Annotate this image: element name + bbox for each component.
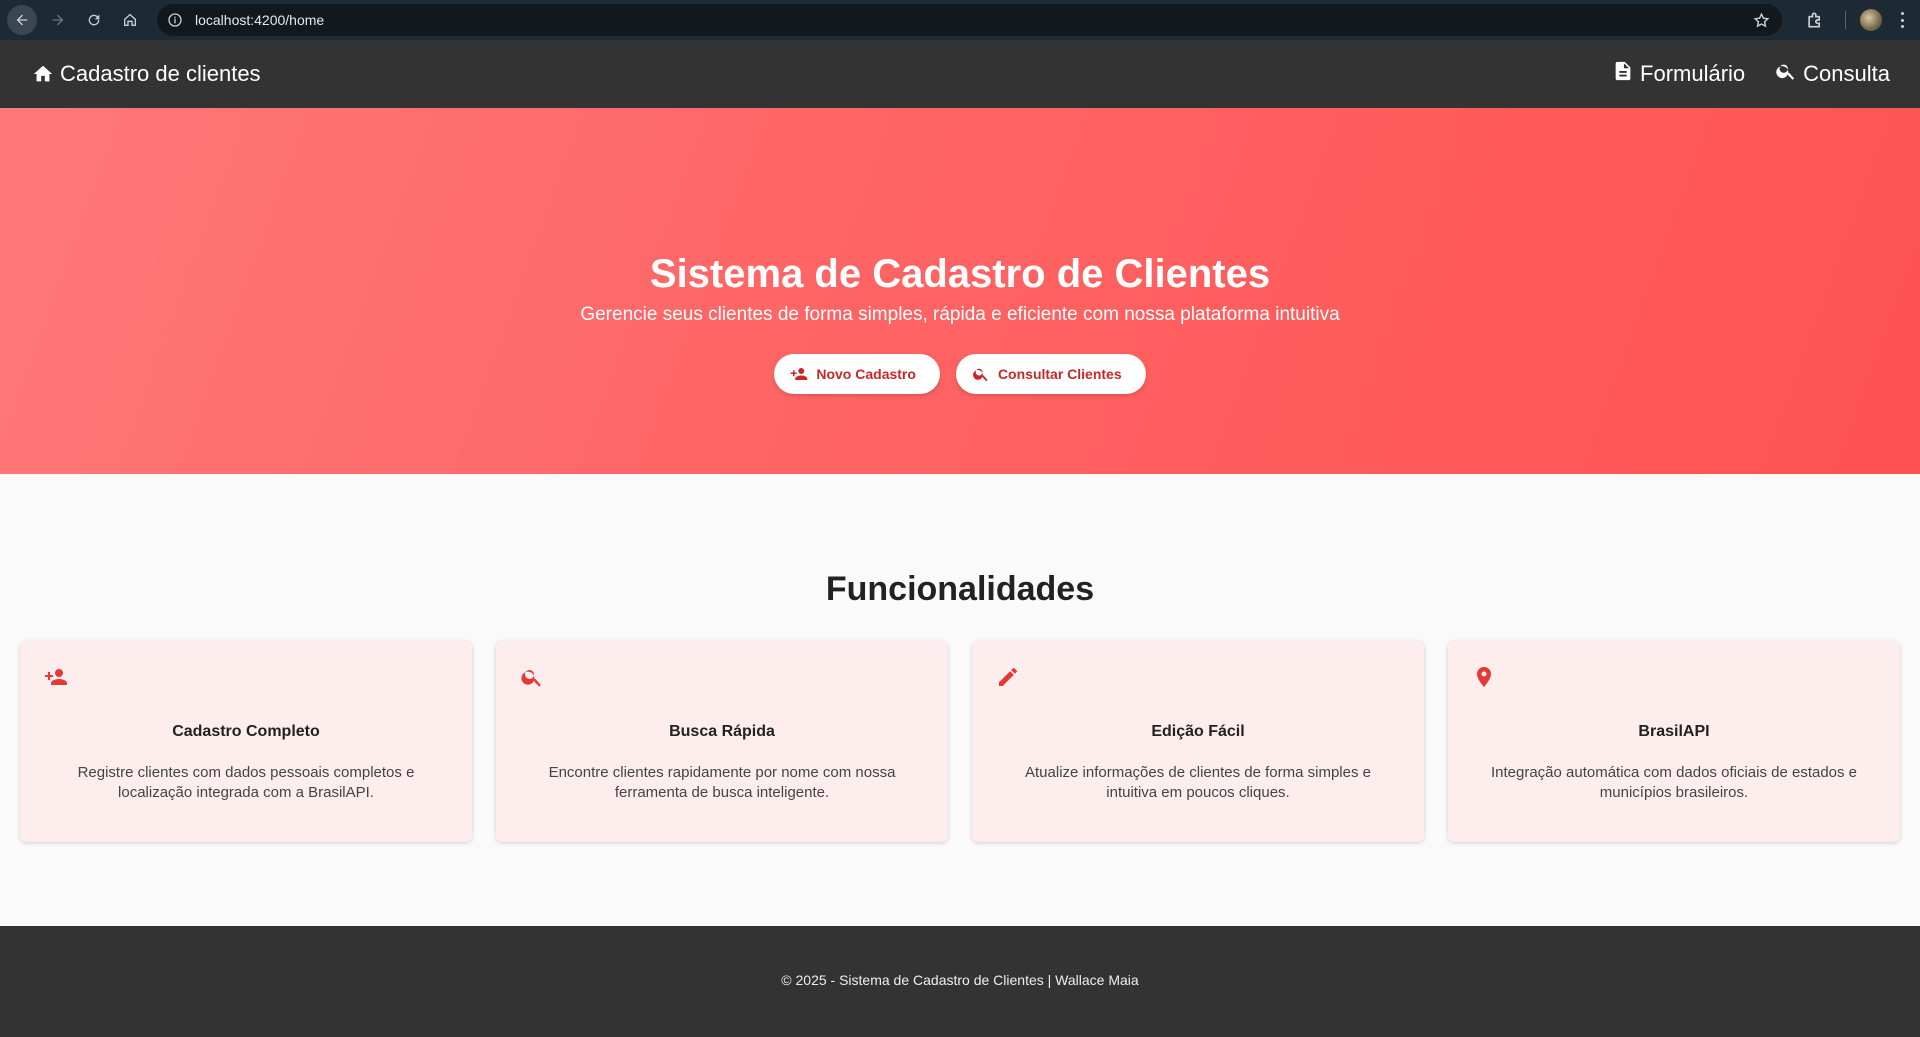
nav-formulario[interactable]: Formulário [1612, 61, 1745, 87]
feature-card-brasilapi: BrasilAPI Integração automática com dado… [1448, 641, 1900, 842]
reload-icon [88, 14, 100, 26]
home-icon [33, 65, 53, 82]
search-icon [520, 665, 544, 689]
location-pin-icon [1472, 665, 1496, 689]
description-icon [1615, 61, 1631, 81]
toolbar-divider [1845, 11, 1846, 29]
profile-avatar[interactable] [1860, 9, 1882, 31]
search-clients-button[interactable]: Consultar Clientes [955, 354, 1146, 394]
home-button[interactable] [115, 5, 145, 35]
features-title: Funcionalidades [825, 570, 1095, 608]
feature-card-cadastro: Cadastro Completo Registre clientes com … [20, 641, 472, 842]
feature-title: Edição Fácil [1151, 723, 1245, 740]
hero-subtitle: Gerencie seus clientes de forma simples,… [580, 304, 1340, 325]
hero-section: Sistema de Cadastro de Clientes Gerencie… [0, 108, 1920, 474]
hero-actions: Novo Cadastro Consultar Clientes [0, 354, 1920, 394]
feature-title: Cadastro Completo [172, 723, 320, 740]
feature-description: Integração automática com dados oficiais… [1490, 764, 1858, 801]
feature-description: Registre clientes com dados pessoais com… [77, 764, 415, 801]
page-footer: © 2025 - Sistema de Cadastro de Clientes… [0, 926, 1920, 1037]
feature-title: BrasilAPI [1638, 723, 1710, 740]
search-clients-label: Consultar Clientes [997, 366, 1122, 382]
hero-title: Sistema de Cadastro de Clientes [649, 252, 1271, 296]
brand-label: Cadastro de clientes [60, 61, 261, 86]
new-client-button[interactable]: Novo Cadastro [774, 354, 940, 394]
feature-card-edicao: Edição Fácil Atualize informações de cli… [972, 641, 1424, 842]
feature-description: Encontre clientes rapidamente por nome c… [548, 764, 896, 801]
search-icon [1776, 64, 1795, 80]
forward-button[interactable] [43, 5, 73, 35]
features-cards: Cadastro Completo Registre clientes com … [20, 641, 1900, 842]
home-outline-icon [124, 13, 136, 26]
url-text[interactable]: localhost:4200/home [195, 12, 324, 28]
browser-menu-icon[interactable] [1900, 12, 1904, 28]
arrow-right-icon [52, 14, 64, 26]
edit-icon [996, 665, 1020, 689]
footer-text: © 2025 - Sistema de Cadastro de Clientes… [781, 971, 1139, 988]
bookmark-star-icon[interactable] [1753, 12, 1770, 29]
app-toolbar: Cadastro de clientes Formulário Consulta [0, 40, 1920, 108]
search-icon [973, 368, 988, 382]
nav-consulta-label: Consulta [1803, 61, 1890, 86]
browser-toolbar: localhost:4200/home [0, 0, 1920, 40]
nav-consulta[interactable]: Consulta [1775, 61, 1890, 87]
back-button[interactable] [7, 5, 37, 35]
nav-formulario-label: Formulário [1640, 61, 1746, 86]
info-icon[interactable] [167, 12, 183, 28]
arrow-left-icon [16, 14, 28, 26]
browser-actions [1805, 0, 1920, 40]
address-bar[interactable]: localhost:4200/home [157, 4, 1782, 36]
reload-button[interactable] [79, 5, 109, 35]
feature-title: Busca Rápida [669, 723, 775, 740]
person-add-icon [791, 368, 808, 380]
new-client-label: Novo Cadastro [816, 366, 916, 382]
brand-home-link[interactable]: Cadastro de clientes [32, 61, 261, 87]
feature-card-busca: Busca Rápida Encontre clientes rapidamen… [496, 641, 948, 842]
extensions-icon[interactable] [1805, 10, 1825, 30]
feature-description: Atualize informações de clientes de form… [1025, 764, 1371, 801]
main-nav: Formulário Consulta [1582, 40, 1890, 108]
person-add-icon [44, 665, 68, 689]
